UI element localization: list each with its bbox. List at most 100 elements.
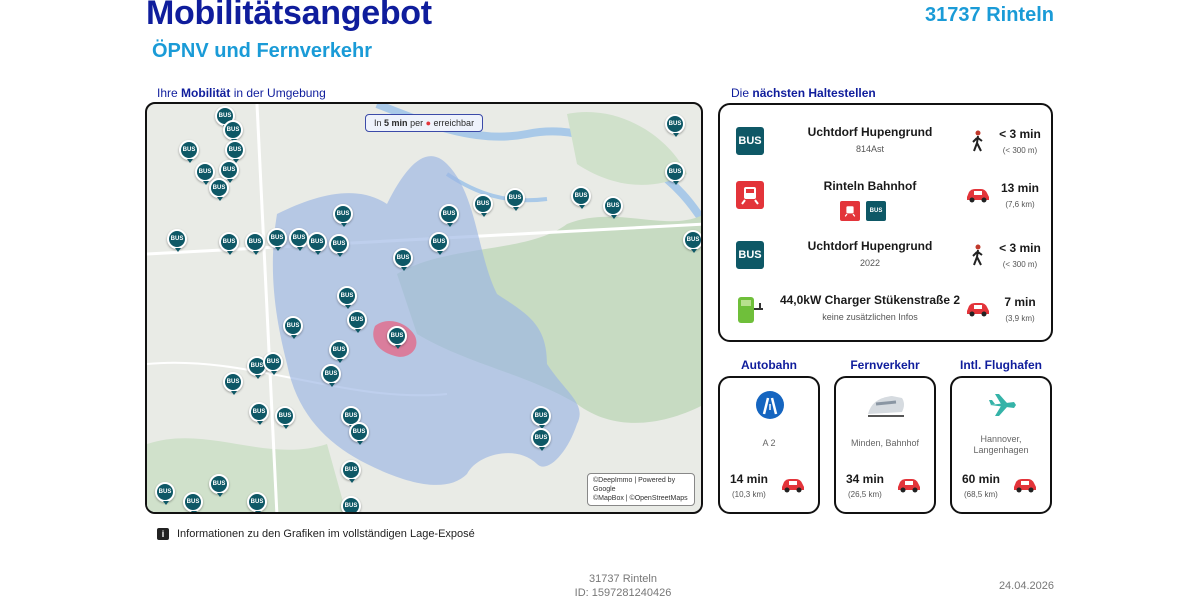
stop-name: 44,0kW Charger Stükenstraße 2 xyxy=(779,293,961,307)
bus-stop-pin[interactable]: BUS xyxy=(263,352,283,375)
stop-row[interactable]: Rinteln Bahnhof BUS 13 min (7,6 km) xyxy=(720,173,1051,223)
card-time: 34 min xyxy=(846,472,885,486)
card-fernverkehr[interactable]: Minden, Bahnhof 34 min (26,5 km) xyxy=(834,376,936,514)
mobility-map[interactable]: In 5 min per ● erreichbar BUS BUS BUS BU… xyxy=(145,102,703,514)
bus-stop-pin[interactable]: BUS xyxy=(329,234,349,257)
bus-stop-pin[interactable]: BUS xyxy=(347,310,367,333)
stop-line: 2022 xyxy=(859,258,881,268)
car-icon: ● xyxy=(425,118,432,128)
bus-stop-pin[interactable]: BUS xyxy=(571,186,591,209)
bus-stop-pin[interactable]: BUS xyxy=(219,232,239,255)
stop-distance: (< 300 m) xyxy=(1002,260,1038,269)
bus-stop-pin[interactable]: BUS xyxy=(267,228,287,251)
walk-icon xyxy=(964,129,992,153)
bus-stop-pin[interactable]: BUS xyxy=(275,406,295,429)
train-highspeed-icon xyxy=(866,390,906,420)
airplane-icon xyxy=(987,390,1017,420)
bus-stop-pin[interactable]: BUS xyxy=(289,228,309,251)
bus-stop-pin[interactable]: BUS xyxy=(179,140,199,163)
bus-stop-pin[interactable]: BUS xyxy=(249,402,269,425)
card-distance: (10,3 km) xyxy=(732,490,766,499)
stop-time: 13 min xyxy=(1000,181,1039,195)
bus-stop-pin[interactable]: BUS xyxy=(531,428,551,451)
bus-stop-pin[interactable]: BUS xyxy=(429,232,449,255)
map-attribution: ©DeepImmo | Powered by Google ©MapBox | … xyxy=(587,473,695,506)
bus-stop-pin[interactable]: BUS xyxy=(321,364,341,387)
stop-time: < 3 min xyxy=(999,241,1041,255)
bus-stop-pin[interactable]: BUS xyxy=(683,230,701,253)
bus-stop-pin[interactable]: BUS xyxy=(337,286,357,309)
walk-icon xyxy=(964,243,992,267)
stop-line: 814Ast xyxy=(855,144,885,154)
stop-name: Rinteln Bahnhof xyxy=(823,179,917,193)
stop-row[interactable]: 44,0kW Charger Stükenstraße 2 keine zusä… xyxy=(720,287,1051,337)
bus-stop-pin[interactable]: BUS xyxy=(333,204,353,227)
page-subtitle: ÖPNV und Fernverkehr xyxy=(152,40,373,62)
bus-stop-pin[interactable]: BUS xyxy=(283,316,303,339)
card-time: 14 min xyxy=(730,472,769,486)
footer-meta: 31737 Rinteln ID: 1597281240426 xyxy=(540,572,706,600)
bus-stop-pin[interactable]: BUS xyxy=(329,340,349,363)
bus-icon: BUS xyxy=(866,201,886,221)
map-section-label: Ihre Mobilität in der Umgebung xyxy=(157,86,326,100)
bus-stop-pin[interactable]: BUS xyxy=(223,372,243,395)
card-distance: (26,5 km) xyxy=(848,490,882,499)
card-autobahn[interactable]: A 2 14 min (10,3 km) xyxy=(718,376,820,514)
bus-stop-pin[interactable]: BUS xyxy=(167,229,187,252)
stop-distance: (7,6 km) xyxy=(1005,200,1035,209)
info-icon: i xyxy=(157,528,169,540)
card-distance: (68,5 km) xyxy=(964,490,998,499)
stop-time: 7 min xyxy=(1004,295,1036,309)
bus-stop-pin[interactable]: BUS xyxy=(505,188,525,211)
stop-row[interactable]: BUS Uchtdorf Hupengrund 814Ast < 3 min (… xyxy=(720,119,1051,169)
card-title-autobahn: Autobahn xyxy=(741,358,797,372)
bus-stop-pin[interactable]: BUS xyxy=(531,406,551,429)
bus-stop-pin[interactable]: BUS xyxy=(225,140,245,163)
car-icon xyxy=(1012,477,1040,495)
bus-stop-pin[interactable]: BUS xyxy=(219,160,239,183)
bus-stop-pin[interactable]: BUS xyxy=(307,232,327,255)
footer-date: 24.04.2026 xyxy=(998,580,1054,592)
stop-line: keine zusätzlichen Infos xyxy=(822,312,918,322)
bus-stop-pin[interactable]: BUS xyxy=(349,422,369,445)
bus-stop-pin[interactable]: BUS xyxy=(603,196,623,219)
nearest-stops-panel: BUS Uchtdorf Hupengrund 814Ast < 3 min (… xyxy=(718,103,1053,342)
card-title-flughafen: Intl. Flughafen xyxy=(960,358,1042,372)
bus-stop-pin[interactable]: BUS xyxy=(473,194,493,217)
charger-icon xyxy=(736,295,764,323)
bus-stop-pin[interactable]: BUS xyxy=(247,492,267,512)
card-place: A 2 xyxy=(762,438,776,448)
card-place: Hannover, Langenhagen xyxy=(973,434,1029,455)
bus-stop-pin[interactable]: BUS xyxy=(439,204,459,227)
stop-distance: (< 300 m) xyxy=(1002,146,1038,155)
stop-row[interactable]: BUS Uchtdorf Hupengrund 2022 < 3 min (< … xyxy=(720,233,1051,283)
stops-section-label: Die nächsten Haltestellen xyxy=(731,86,876,100)
bus-stop-pin[interactable]: BUS xyxy=(387,326,407,349)
stop-line-icons: BUS xyxy=(840,201,886,221)
bus-stop-pin[interactable]: BUS xyxy=(341,496,361,512)
bus-stop-pin[interactable]: BUS xyxy=(665,114,685,137)
reachability-badge: In 5 min per ● erreichbar xyxy=(365,114,484,132)
motorway-icon xyxy=(755,390,785,420)
bus-stop-pin[interactable]: BUS xyxy=(245,232,265,255)
bus-stop-pin[interactable]: BUS xyxy=(209,474,229,497)
card-place: Minden, Bahnhof xyxy=(850,438,920,448)
bus-stop-pin[interactable]: BUS xyxy=(223,120,243,143)
stop-distance: (3,9 km) xyxy=(1005,314,1035,323)
card-flughafen[interactable]: Hannover, Langenhagen 60 min (68,5 km) xyxy=(950,376,1052,514)
car-icon xyxy=(780,477,808,495)
car-icon xyxy=(964,297,992,321)
location-heading: 31737 Rinteln xyxy=(925,4,1054,26)
info-note[interactable]: i Informationen zu den Grafiken im volls… xyxy=(157,528,475,540)
stop-name: Uchtdorf Hupengrund xyxy=(807,239,933,253)
bus-stop-pin[interactable]: BUS xyxy=(393,248,413,271)
footer-id: ID: 1597281240426 xyxy=(574,587,672,599)
card-title-fernverkehr: Fernverkehr xyxy=(850,358,920,372)
bus-icon: BUS xyxy=(736,241,764,269)
card-time: 60 min xyxy=(962,472,1001,486)
bus-stop-pin[interactable]: BUS xyxy=(209,178,229,201)
bus-stop-pin[interactable]: BUS xyxy=(155,482,175,505)
bus-stop-pin[interactable]: BUS xyxy=(341,460,361,483)
bus-stop-pin[interactable]: BUS xyxy=(665,162,685,185)
bus-stop-pin[interactable]: BUS xyxy=(183,492,203,512)
